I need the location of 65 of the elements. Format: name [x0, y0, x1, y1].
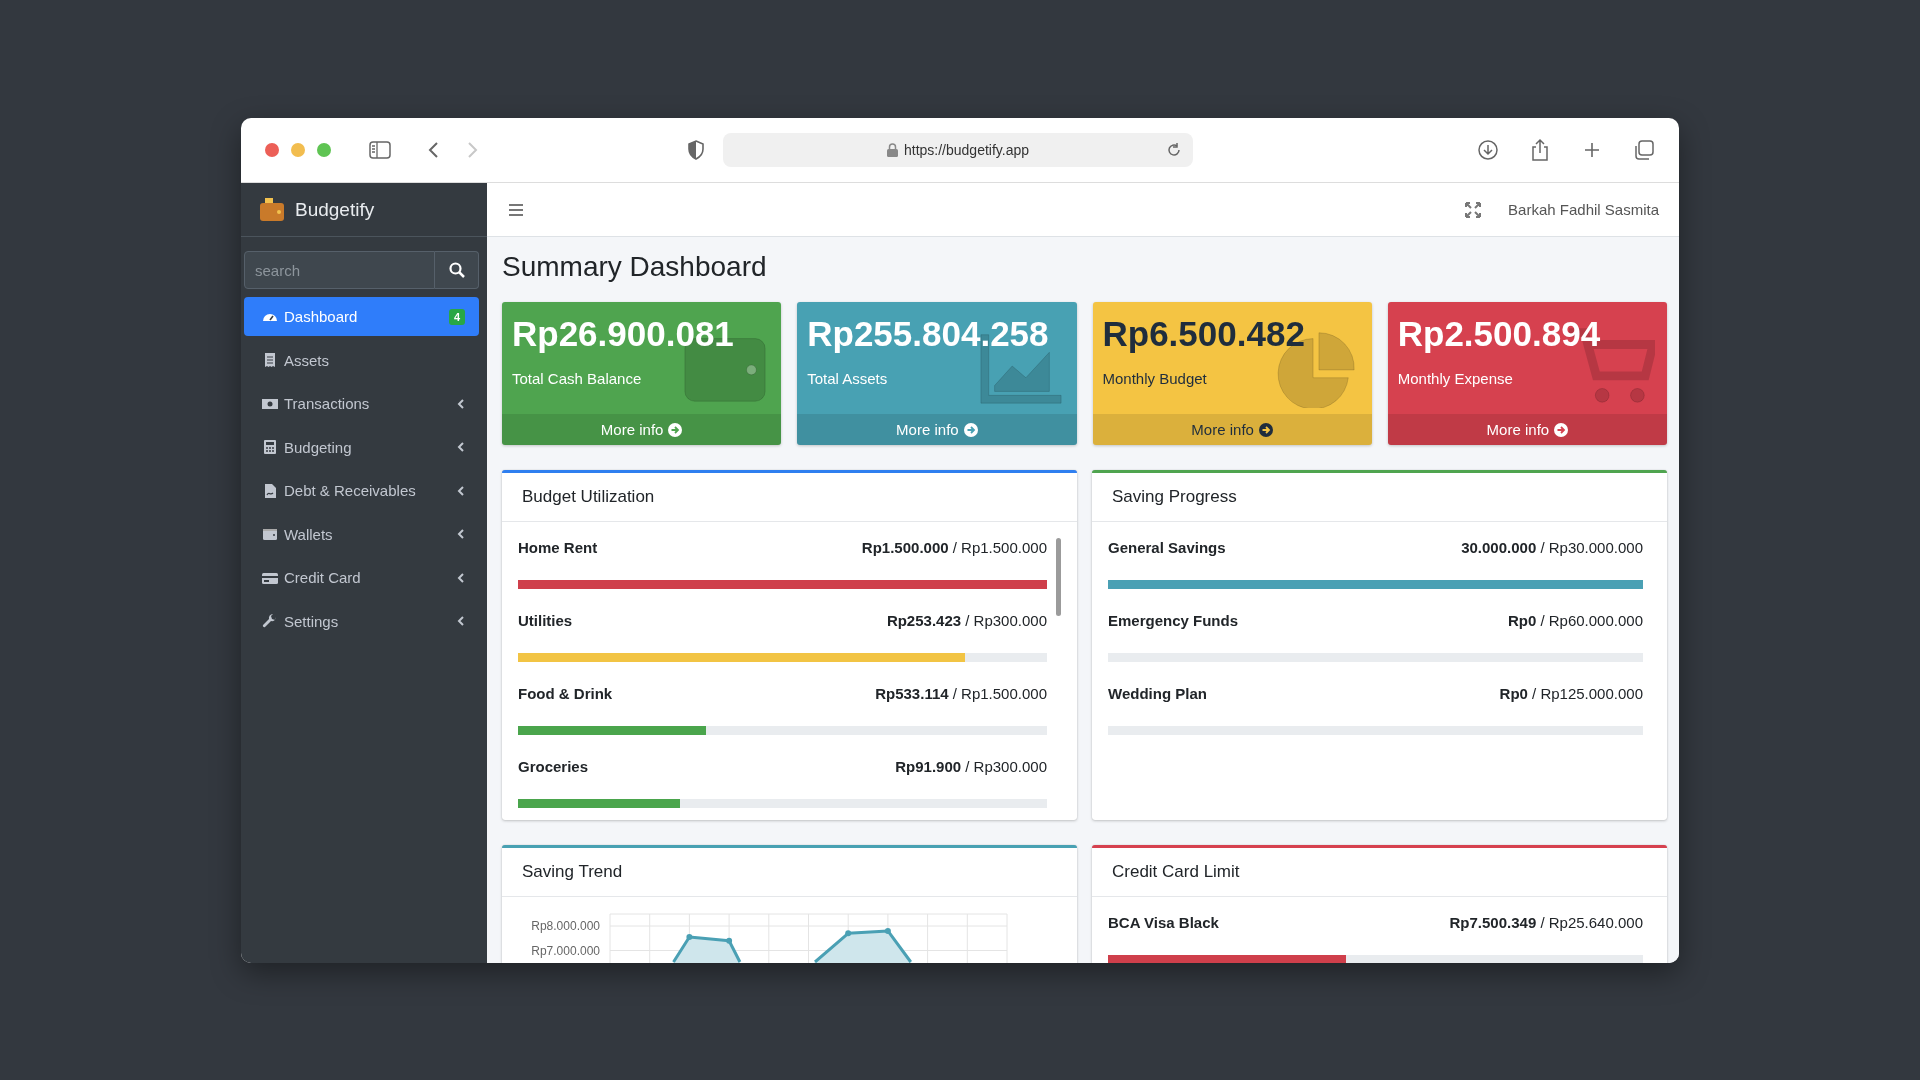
arrow-circle-icon	[1554, 422, 1569, 437]
sidebar-item[interactable]: Credit Card	[244, 558, 479, 597]
scrollbar-thumb[interactable]	[1056, 538, 1061, 616]
stat-label: Total Cash Balance	[512, 370, 642, 387]
page-title: Summary Dashboard	[502, 250, 768, 284]
url-text: https://budgetify.app	[903, 142, 1030, 158]
stat-value: Rp255.804.258	[807, 313, 1049, 355]
panel-title: Saving Progress	[1112, 487, 1237, 507]
sidebar-item[interactable]: Transactions	[244, 384, 479, 423]
panel-title: Budget Utilization	[522, 487, 655, 507]
sidebar-item[interactable]: Budgeting	[244, 427, 479, 467]
calculator-icon	[262, 439, 278, 455]
arrow-circle-icon	[668, 422, 683, 437]
item-name: Emergency Funds	[1108, 611, 1239, 629]
search-field[interactable]: search	[244, 251, 435, 289]
amount-text: Rp91.900 / Rp300.000	[895, 757, 1047, 775]
stat-label: Monthly Budget	[1102, 370, 1207, 387]
sidebar-item[interactable]: Wallets	[244, 514, 479, 554]
wallet-icon	[262, 526, 278, 542]
stat-label: Monthly Expense	[1397, 370, 1513, 387]
receipt-icon	[262, 352, 278, 368]
document-icon	[262, 482, 278, 499]
item-name: Home Rent	[518, 538, 598, 556]
search-button[interactable]	[435, 251, 479, 289]
panel-title: Saving Trend	[522, 862, 623, 882]
item-name: Groceries	[518, 757, 589, 775]
stat-value: Rp6.500.482	[1102, 313, 1305, 355]
amount-text: 30.000.000 / Rp30.000.000	[1461, 538, 1643, 556]
count-badge: 4	[448, 308, 465, 325]
search-icon	[448, 262, 465, 278]
user-name[interactable]: Barkah Fadhil Sasmita	[1508, 201, 1659, 218]
lock-icon	[886, 143, 898, 157]
item-name: General Savings	[1108, 538, 1226, 556]
sidebar-item[interactable]: Settings	[244, 601, 479, 641]
amount-text: Rp0 / Rp125.000.000	[1499, 684, 1643, 702]
arrow-circle-icon	[1258, 422, 1273, 437]
sidebar-item[interactable]: Assets	[244, 340, 479, 380]
sidebar-item[interactable]: Dashboard 4	[244, 297, 479, 336]
more-info-link[interactable]: More info	[797, 414, 1077, 445]
axis-label: Rp7.000.000	[531, 943, 600, 958]
more-info-link[interactable]: More info	[1387, 414, 1667, 445]
amount-text: Rp0 / Rp60.000.000	[1507, 611, 1643, 629]
panel-title: Credit Card Limit	[1112, 862, 1240, 882]
close-button[interactable]	[265, 143, 279, 157]
amount-text: Rp253.423 / Rp300.000	[886, 611, 1047, 629]
item-name: Food & Drink	[518, 684, 613, 702]
item-name: BCA Visa Black	[1108, 913, 1219, 931]
amount-text: Rp533.114 / Rp1.500.000	[875, 684, 1047, 702]
more-info-link[interactable]: More info	[1092, 414, 1372, 445]
amount-text: Rp7.500.349 / Rp25.640.000	[1449, 913, 1643, 931]
item-name: Wedding Plan	[1108, 684, 1207, 702]
wrench-icon	[262, 613, 278, 629]
brand-name: Budgetify	[295, 198, 375, 221]
axis-label: Rp8.000.000	[531, 919, 600, 933]
more-info-link[interactable]: More info	[502, 414, 782, 445]
item-name: Utilities	[518, 611, 573, 629]
sidebar-item[interactable]: Debt & Receivables	[244, 471, 479, 510]
stat-value: Rp2.500.894	[1397, 313, 1601, 355]
download-icon[interactable]	[1475, 137, 1501, 163]
arrow-circle-icon	[963, 422, 978, 437]
wallet-icon	[259, 196, 285, 223]
amount-text: Rp1.500.000 / Rp1.500.000	[861, 538, 1047, 556]
address-bar[interactable]: https://budgetify.app	[723, 133, 1193, 167]
stat-value: Rp26.900.081	[512, 313, 734, 355]
stat-label: Total Assets	[807, 370, 888, 387]
